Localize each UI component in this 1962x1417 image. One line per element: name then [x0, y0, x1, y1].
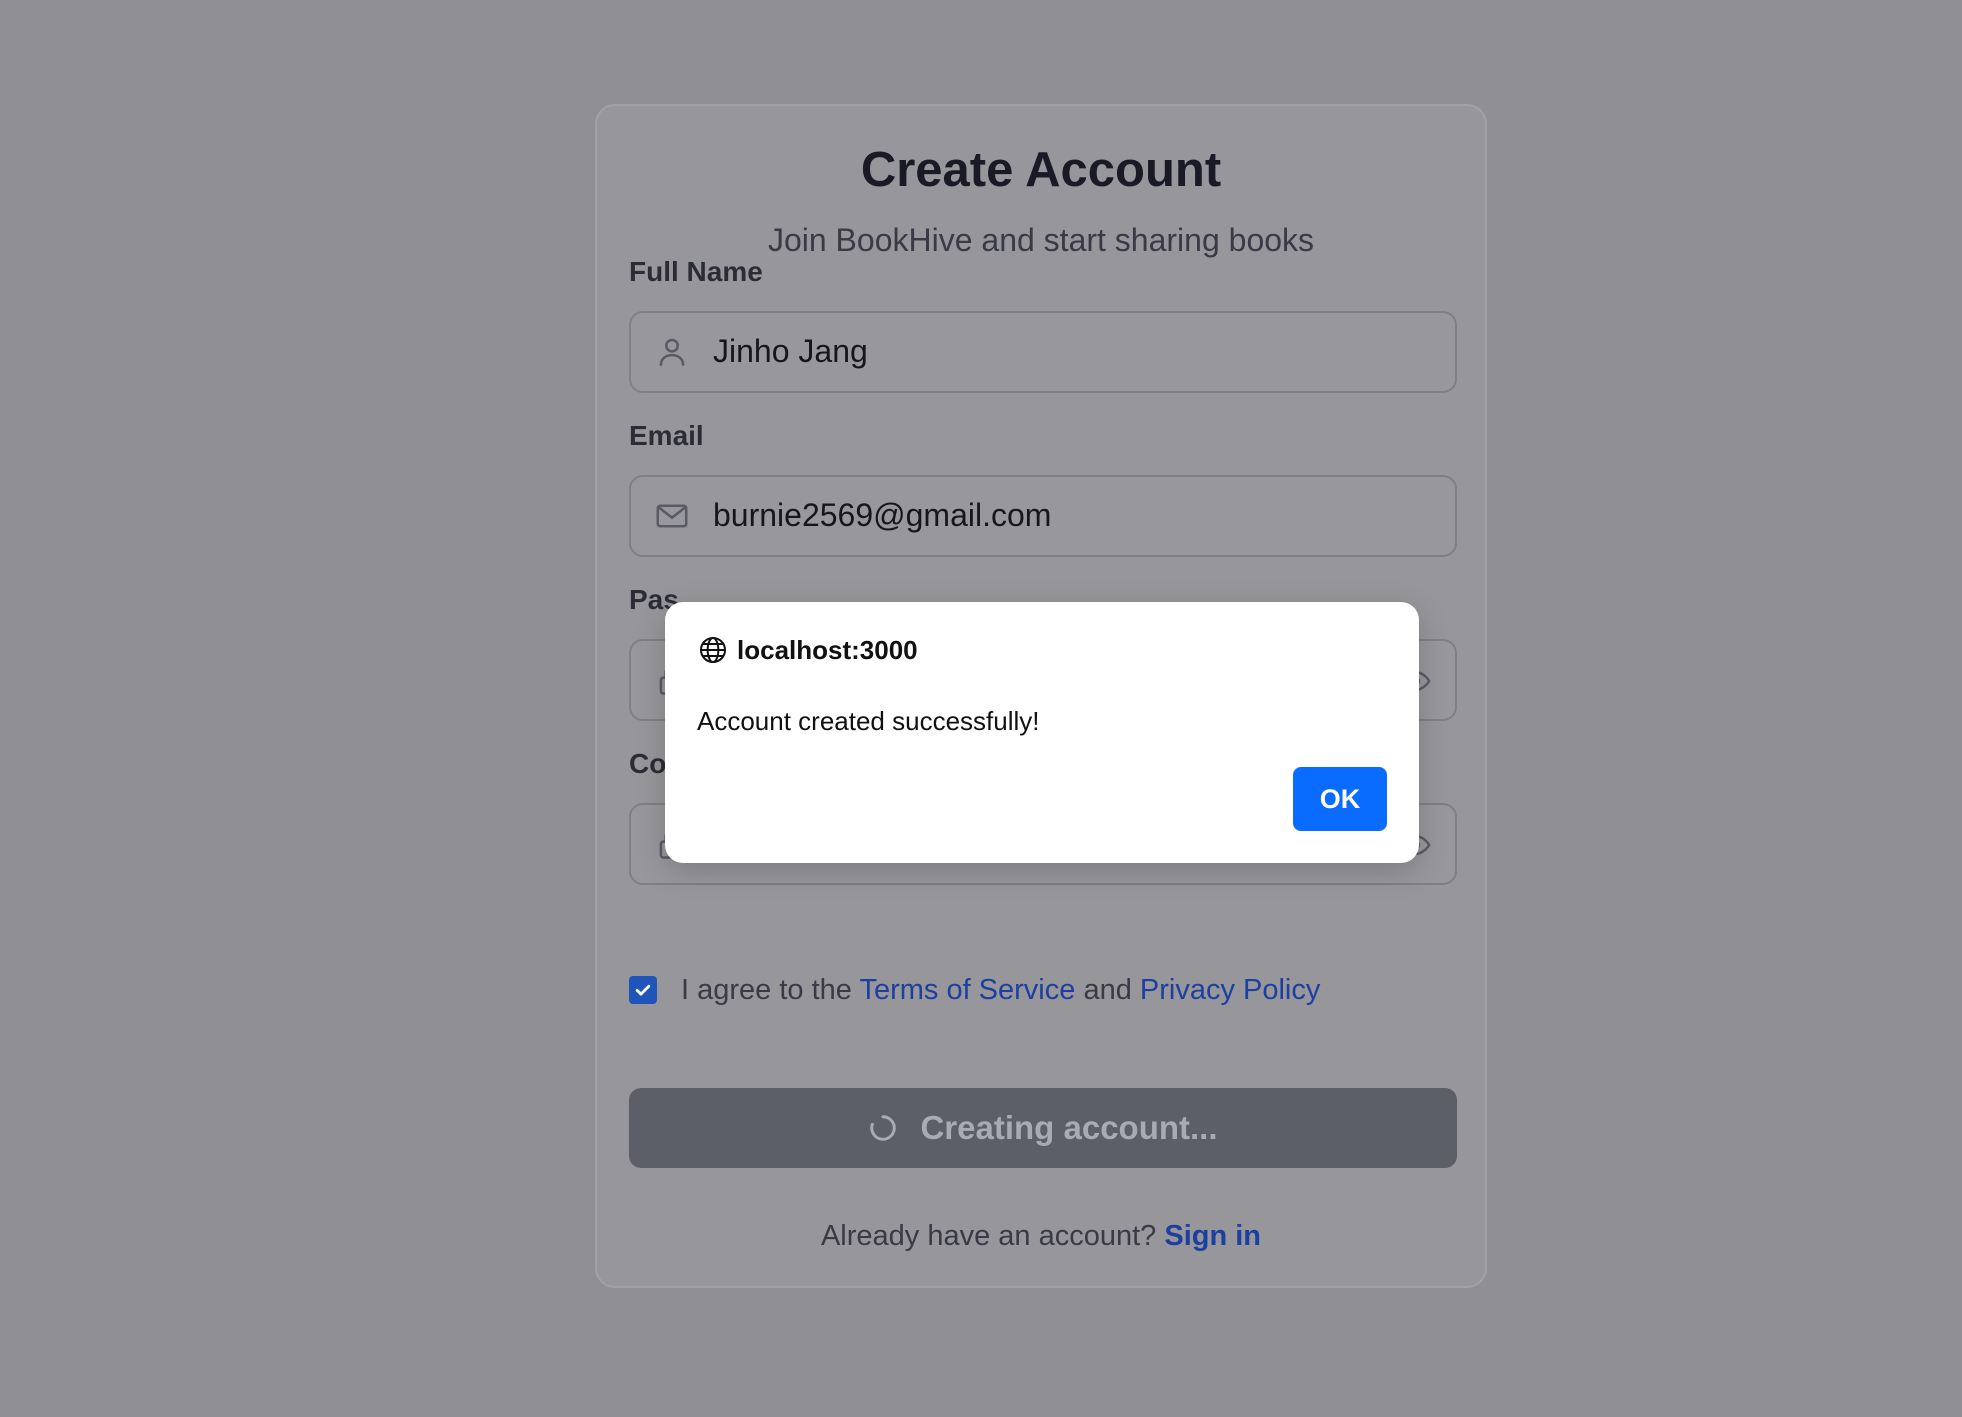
- check-icon: [635, 984, 651, 996]
- dialog-origin: localhost:3000: [697, 634, 918, 666]
- signin-link[interactable]: Sign in: [1164, 1220, 1261, 1252]
- agree-and: and: [1075, 973, 1140, 1006]
- dialog-origin-text: localhost:3000: [737, 634, 918, 665]
- create-account-button[interactable]: Creating account...: [629, 1088, 1457, 1168]
- ok-button[interactable]: OK: [1293, 767, 1387, 831]
- globe-icon: [700, 637, 726, 663]
- terms-agreement: I agree to the Terms of Service and Priv…: [629, 972, 1320, 1008]
- email-field[interactable]: burnie2569@gmail.com: [629, 475, 1457, 557]
- mail-icon: [656, 504, 688, 528]
- full-name-label: Full Name: [629, 256, 763, 287]
- agree-checkbox[interactable]: [629, 976, 657, 1004]
- dialog-message: Account created successfully!: [697, 706, 1040, 736]
- user-icon: [659, 338, 685, 366]
- page-title: Create Account: [860, 143, 1222, 197]
- full-name-field[interactable]: Jinho Jang: [629, 311, 1457, 393]
- page-subtitle: Join BookHive and start sharing books: [767, 222, 1315, 258]
- privacy-link[interactable]: Privacy Policy: [1140, 974, 1321, 1006]
- email-value: burnie2569@gmail.com: [713, 497, 1052, 533]
- agree-text: I agree to the Terms of Service and Priv…: [681, 974, 1320, 1007]
- email-label: Email: [629, 420, 704, 451]
- terms-link[interactable]: Terms of Service: [859, 974, 1075, 1006]
- create-account-label: Creating account...: [920, 1109, 1218, 1146]
- confirm-password-label: Co: [629, 748, 667, 779]
- agree-prefix: I agree to the: [681, 973, 860, 1006]
- page: Create Account Join BookHive and start s…: [0, 0, 1962, 1417]
- signin-prompt: Already have an account? Sign in: [597, 1220, 1485, 1253]
- alert-dialog: localhost:3000 Account created successfu…: [665, 602, 1419, 863]
- full-name-value: Jinho Jang: [713, 333, 868, 369]
- signin-prefix: Already have an account?: [820, 1220, 1165, 1252]
- spinner-icon: [870, 1115, 897, 1141]
